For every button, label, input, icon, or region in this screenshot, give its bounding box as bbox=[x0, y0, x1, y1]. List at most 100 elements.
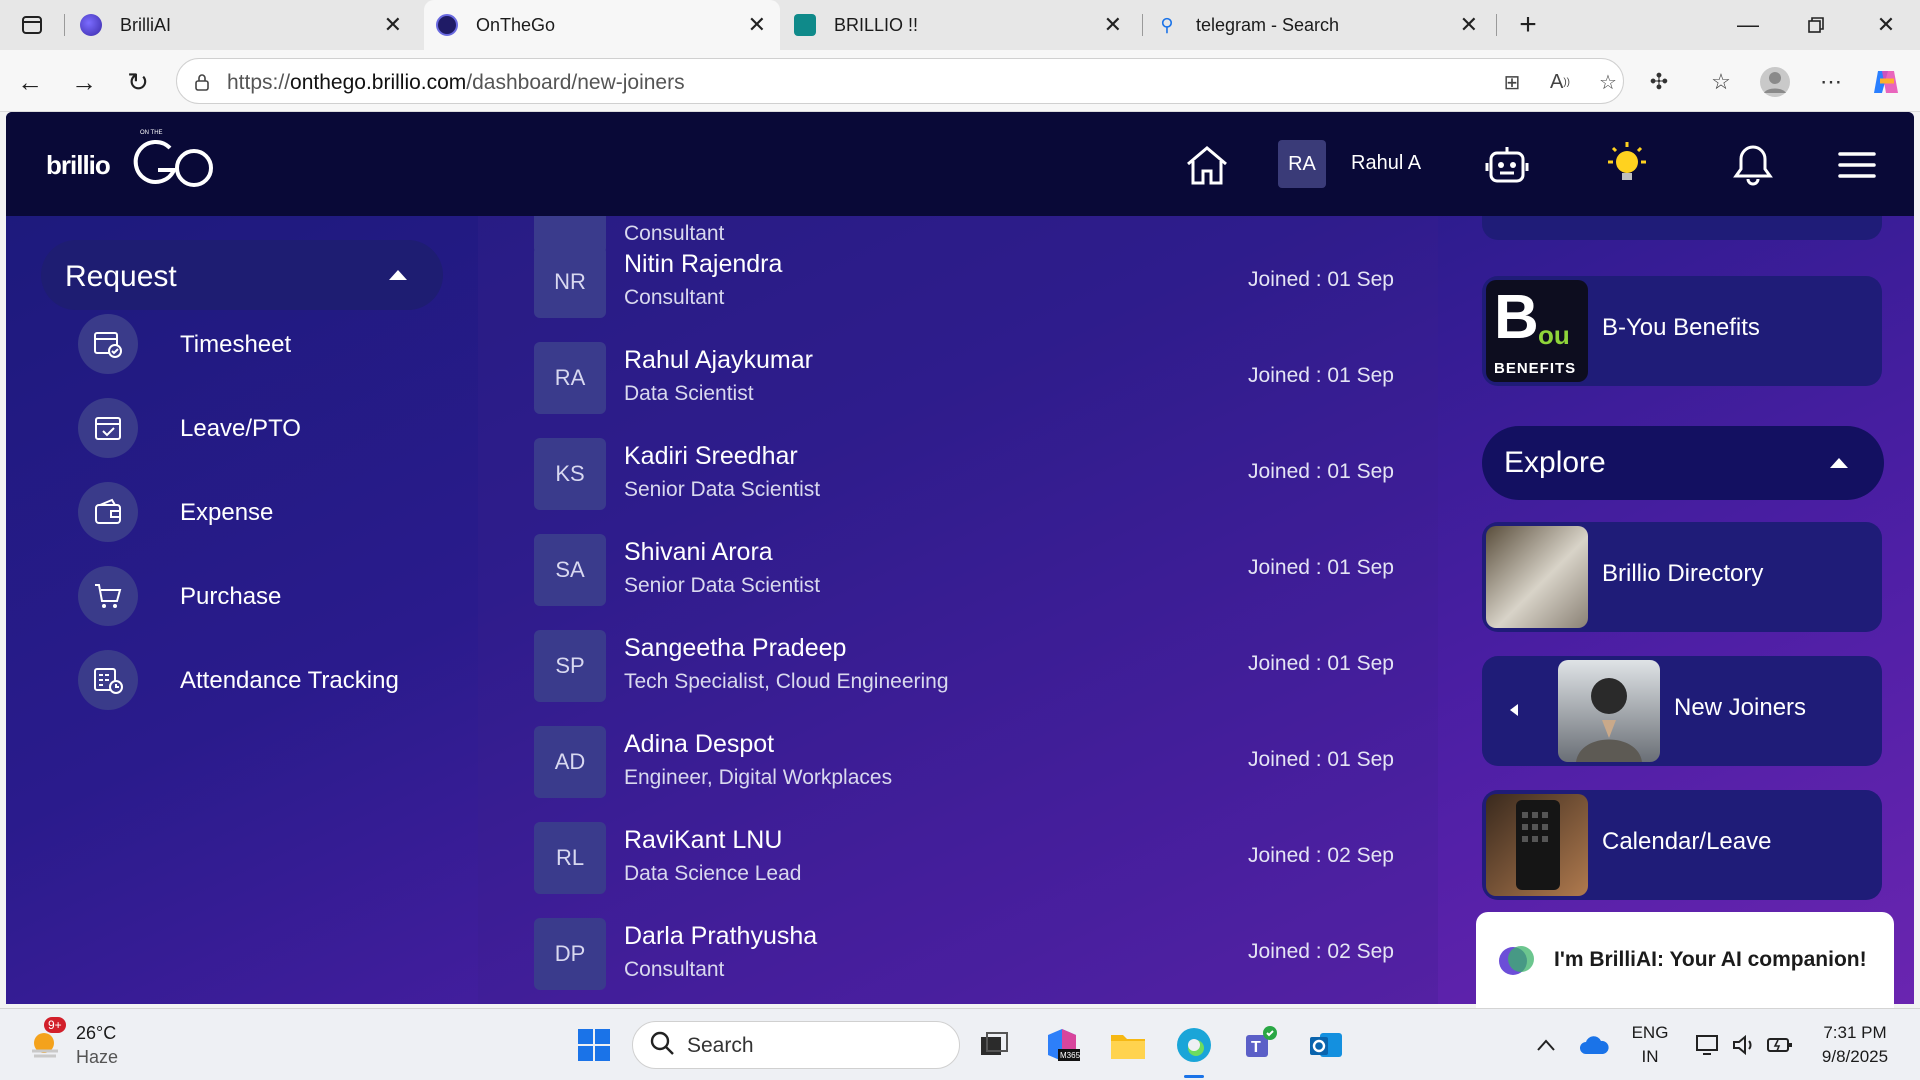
bot-icon[interactable] bbox=[1482, 140, 1532, 190]
favorite-star-icon[interactable]: ☆ bbox=[1595, 69, 1621, 95]
back-button[interactable]: ← bbox=[10, 62, 50, 102]
request-item-attendance[interactable]: Attendance Tracking bbox=[78, 650, 458, 710]
m365-icon[interactable]: M365 bbox=[1040, 1023, 1084, 1067]
card-label: B-You Benefits bbox=[1602, 314, 1760, 341]
initials-avatar: RA bbox=[534, 342, 606, 414]
close-tab-icon[interactable]: ✕ bbox=[1104, 12, 1122, 38]
explore-header[interactable]: Explore bbox=[1482, 426, 1884, 500]
user-avatar[interactable]: RA bbox=[1278, 140, 1326, 188]
timesheet-icon bbox=[78, 314, 138, 374]
taskbar-search[interactable]: Search bbox=[632, 1021, 960, 1069]
list-item[interactable]: RL RaviKant LNU Data Science Lead Joined… bbox=[534, 822, 1394, 896]
request-item-purchase[interactable]: Purchase bbox=[78, 566, 458, 626]
tab-title: OnTheGo bbox=[476, 14, 556, 35]
list-item[interactable]: SA Shivani Arora Senior Data Scientist J… bbox=[534, 534, 1394, 608]
url-field[interactable]: https://onthego.brillio.com/dashboard/ne… bbox=[176, 58, 1624, 104]
card-label: Calendar/Leave bbox=[1602, 828, 1772, 855]
brillio-logo[interactable]: brillio bbox=[46, 150, 111, 181]
home-icon[interactable] bbox=[1182, 140, 1232, 190]
joiner-role: Consultant bbox=[624, 958, 725, 981]
new-joiners-card[interactable]: New Joiners bbox=[1482, 656, 1882, 766]
copilot-icon[interactable] bbox=[1868, 65, 1902, 99]
extensions-icon[interactable]: ✣ bbox=[1642, 65, 1676, 99]
cart-icon bbox=[78, 566, 138, 626]
notification-bell-icon[interactable] bbox=[1728, 140, 1778, 190]
initials-avatar: SA bbox=[534, 534, 606, 606]
lock-icon[interactable] bbox=[189, 69, 215, 95]
close-tab-icon[interactable]: ✕ bbox=[748, 12, 766, 38]
calendar-leave-card[interactable]: Calendar/Leave bbox=[1482, 790, 1882, 900]
user-name[interactable]: Rahul A bbox=[1351, 152, 1421, 175]
joined-date: Joined : 01 Sep bbox=[1248, 460, 1394, 483]
partial-card[interactable] bbox=[1482, 216, 1882, 240]
restore-button[interactable] bbox=[1786, 0, 1846, 50]
close-tab-icon[interactable]: ✕ bbox=[384, 12, 402, 38]
tab-title: BrilliAI bbox=[120, 14, 172, 35]
read-aloud-icon[interactable]: A)) bbox=[1547, 69, 1573, 95]
battery-icon[interactable] bbox=[1758, 1023, 1802, 1067]
close-tab-icon[interactable]: ✕ bbox=[1460, 12, 1478, 38]
edge-browser-icon[interactable] bbox=[1172, 1023, 1216, 1067]
joiner-name: Darla Prathyusha bbox=[624, 922, 818, 950]
calendar-image bbox=[1486, 794, 1588, 896]
teams-icon[interactable]: T bbox=[1238, 1023, 1282, 1067]
tab-telegram-search[interactable]: ⚲ telegram - Search ✕ bbox=[1150, 0, 1492, 50]
list-item[interactable]: SP Sangeetha Pradeep Tech Specialist, Cl… bbox=[534, 630, 1394, 704]
refresh-button[interactable]: ↻ bbox=[118, 62, 158, 102]
list-item[interactable]: RA Rahul Ajaykumar Data Scientist Joined… bbox=[534, 342, 1394, 416]
initials-avatar: KS bbox=[534, 438, 606, 510]
b-you-benefits-card[interactable]: B ou BENEFITS B-You Benefits bbox=[1482, 276, 1882, 386]
forward-button[interactable]: → bbox=[64, 62, 104, 102]
close-window-button[interactable]: ✕ bbox=[1856, 0, 1916, 50]
onthego-logo[interactable] bbox=[132, 134, 216, 192]
initials-avatar: DP bbox=[534, 918, 606, 990]
list-item[interactable]: KS Kadiri Sreedhar Senior Data Scientist… bbox=[534, 438, 1394, 512]
brilliai-prompt: I'm BrilliAI: Your AI companion! bbox=[1554, 948, 1867, 971]
brilliai-logo-icon bbox=[1499, 946, 1534, 975]
request-item-label: Leave/PTO bbox=[180, 415, 301, 442]
request-item-timesheet[interactable]: Timesheet bbox=[78, 314, 458, 374]
list-item[interactable]: AD Adina Despot Engineer, Digital Workpl… bbox=[534, 726, 1394, 800]
request-header[interactable]: Request bbox=[41, 240, 443, 310]
tab-brillio[interactable]: BRILLIO !! ✕ bbox=[790, 0, 1136, 50]
weather-temp: 26°C bbox=[76, 1023, 117, 1043]
task-view-icon[interactable] bbox=[972, 1023, 1016, 1067]
list-item[interactable]: DP Darla Prathyusha Consultant Joined : … bbox=[534, 918, 1394, 992]
idea-bulb-icon[interactable] bbox=[1602, 140, 1652, 190]
initials-avatar: NR bbox=[534, 246, 606, 318]
language-top[interactable]: ENG bbox=[1628, 1023, 1672, 1043]
search-placeholder: Search bbox=[687, 1034, 754, 1057]
clock-time[interactable]: 7:31 PM bbox=[1800, 1023, 1910, 1043]
list-item[interactable]: NR Nitin Rajendra Consultant Joined : 01… bbox=[534, 246, 1394, 320]
request-item-label: Timesheet bbox=[180, 331, 292, 358]
chevron-up-icon[interactable] bbox=[1524, 1023, 1568, 1067]
collapse-caret-icon[interactable] bbox=[389, 270, 407, 280]
tab-onthego[interactable]: OnTheGo ✕ bbox=[424, 0, 780, 50]
attendance-icon bbox=[78, 650, 138, 710]
brillio-directory-card[interactable]: Brillio Directory bbox=[1482, 522, 1882, 632]
profile-avatar-icon[interactable] bbox=[1758, 65, 1792, 99]
joiner-name: Kadiri Sreedhar bbox=[624, 442, 798, 470]
onedrive-icon[interactable] bbox=[1572, 1023, 1616, 1067]
new-joiners-image bbox=[1558, 660, 1660, 762]
collapse-caret-icon[interactable] bbox=[1830, 458, 1848, 468]
minimize-button[interactable]: — bbox=[1718, 0, 1778, 50]
tab-actions-icon[interactable] bbox=[10, 3, 54, 47]
explore-title: Explore bbox=[1504, 446, 1606, 479]
favorites-icon[interactable]: ☆ bbox=[1704, 65, 1738, 99]
more-menu-icon[interactable]: ⋯ bbox=[1814, 65, 1848, 99]
new-tab-button[interactable]: + bbox=[1506, 3, 1550, 47]
tab-brilliai[interactable]: BrilliAI ✕ bbox=[76, 0, 416, 50]
file-explorer-icon[interactable] bbox=[1106, 1023, 1150, 1067]
brilliai-companion-box[interactable]: I'm BrilliAI: Your AI companion! bbox=[1476, 912, 1894, 1008]
caret-left-icon[interactable] bbox=[1510, 704, 1518, 716]
language-bottom[interactable]: IN bbox=[1628, 1047, 1672, 1067]
outlook-icon[interactable] bbox=[1304, 1023, 1348, 1067]
svg-text:T: T bbox=[1251, 1039, 1261, 1056]
hamburger-menu-icon[interactable] bbox=[1832, 140, 1882, 190]
app-available-icon[interactable]: ⊞ bbox=[1499, 69, 1525, 95]
windows-start-icon[interactable] bbox=[572, 1023, 616, 1067]
clock-date[interactable]: 9/8/2025 bbox=[1800, 1047, 1910, 1067]
request-item-expense[interactable]: Expense bbox=[78, 482, 458, 542]
request-item-leave[interactable]: Leave/PTO bbox=[78, 398, 458, 458]
